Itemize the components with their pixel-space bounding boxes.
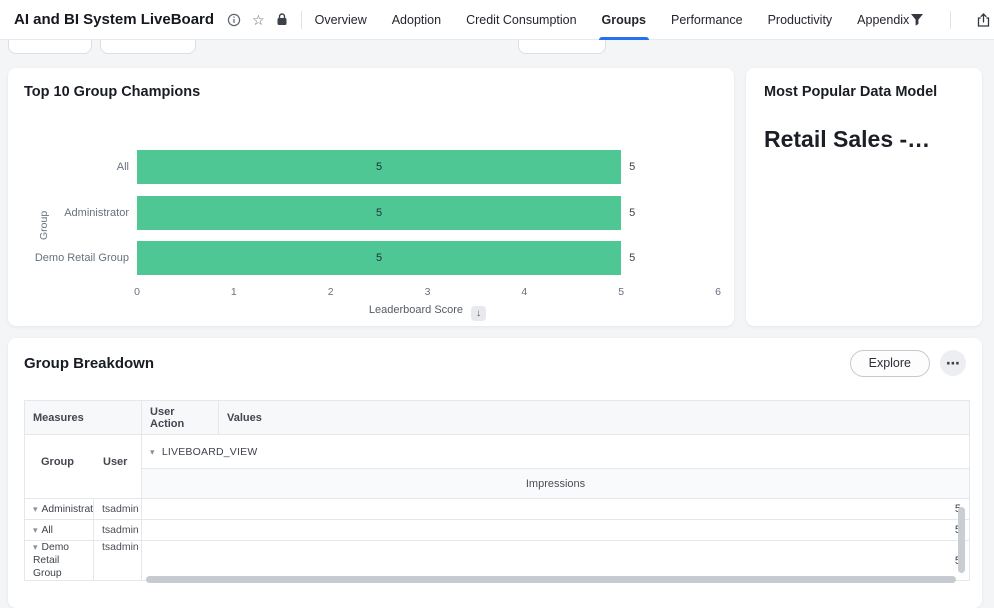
- group-cell[interactable]: ▾ Administrator: [25, 499, 94, 520]
- title-actions: ☆: [227, 13, 288, 27]
- user-action-value: LIVEBOARD_VIEW: [162, 446, 258, 458]
- x-tick-label: 0: [134, 286, 140, 298]
- tab-adoption[interactable]: Adoption: [392, 0, 441, 40]
- top-group-champions-card: Top 10 Group Champions Group All Adminis…: [8, 68, 734, 326]
- card-header: Group Breakdown Explore ⋯: [24, 348, 966, 378]
- x-axis: 0 1 2 3 4 5 6: [137, 286, 718, 300]
- collapse-caret-icon[interactable]: ▾: [33, 504, 38, 514]
- bar-all[interactable]: 5: [137, 150, 621, 184]
- group-column-header: Group: [41, 456, 103, 468]
- x-tick-label: 5: [618, 286, 624, 298]
- pivot-header-row: Measures User Action Values: [25, 401, 970, 435]
- category-label: Administrator: [8, 196, 129, 230]
- value-cell: 5: [142, 520, 970, 541]
- bar-end-value: 5: [629, 196, 635, 230]
- header-divider: [950, 11, 951, 29]
- share-icon[interactable]: [976, 12, 991, 28]
- card-title: Most Popular Data Model: [764, 84, 937, 100]
- sort-descending-icon[interactable]: ↓: [471, 306, 486, 321]
- group-cell[interactable]: ▾ All: [25, 520, 94, 541]
- collapse-caret-icon[interactable]: ▾: [150, 447, 155, 457]
- table-row: ▾ Administrator tsadmin 5: [25, 499, 970, 520]
- user-action-header: User Action: [142, 401, 219, 435]
- tab-credit-consumption[interactable]: Credit Consumption: [466, 0, 576, 40]
- pivot-action-row: Group User ▾ LIVEBOARD_VIEW: [25, 435, 970, 469]
- x-axis-title-text: Leaderboard Score: [369, 304, 463, 316]
- bar-row: 5 5: [137, 150, 718, 184]
- x-tick-label: 3: [425, 286, 431, 298]
- vertical-scrollbar-thumb[interactable]: [958, 507, 965, 573]
- filter-icon[interactable]: [909, 12, 925, 27]
- bar-end-value: 5: [629, 241, 635, 275]
- data-model-name[interactable]: Retail Sales -…: [764, 126, 970, 153]
- horizontal-scrollbar-thumb[interactable]: [146, 576, 956, 583]
- card-title: Top 10 Group Champions: [24, 84, 200, 100]
- lock-icon: [276, 13, 288, 26]
- bar-value-label: 5: [376, 252, 382, 264]
- user-cell: tsadmin: [94, 499, 142, 520]
- group-name: Demo Retail Group: [33, 542, 69, 579]
- x-tick-label: 6: [715, 286, 721, 298]
- liveboard-tab-bar: Overview Adoption Credit Consumption Gro…: [315, 0, 910, 40]
- group-name: Administrator: [42, 504, 94, 515]
- impressions-header: Impressions: [142, 469, 970, 499]
- app-header: AI and BI System LiveBoard ☆ Overview Ad…: [0, 0, 994, 40]
- header-actions: ⋯: [909, 7, 994, 33]
- category-label: All: [8, 150, 129, 184]
- collapse-caret-icon[interactable]: ▾: [33, 542, 38, 552]
- tab-overview[interactable]: Overview: [315, 0, 367, 40]
- tab-appendix[interactable]: Appendix: [857, 0, 909, 40]
- bar-demo-retail-group[interactable]: 5: [137, 241, 621, 275]
- x-axis-title: Leaderboard Score ↓: [137, 304, 718, 321]
- tab-groups[interactable]: Groups: [602, 0, 646, 40]
- user-column-header: User: [103, 456, 127, 468]
- group-name: All: [42, 525, 53, 536]
- user-cell: tsadmin: [94, 541, 142, 581]
- card-more-button[interactable]: ⋯: [940, 350, 966, 376]
- value-cell: 5: [142, 499, 970, 520]
- user-action-group-cell[interactable]: ▾ LIVEBOARD_VIEW: [142, 435, 970, 469]
- group-breakdown-card: Group Breakdown Explore ⋯ Measures User …: [8, 338, 982, 608]
- explore-button[interactable]: Explore: [850, 350, 930, 377]
- measures-header: Measures: [25, 401, 142, 435]
- bar-row: 5 5: [137, 241, 718, 275]
- favorite-star-icon[interactable]: ☆: [252, 13, 265, 27]
- card-title: Group Breakdown: [24, 355, 154, 372]
- row-headers-cell: Group User: [25, 435, 142, 499]
- table-row: ▾ All tsadmin 5: [25, 520, 970, 541]
- bar-row: 5 5: [137, 196, 718, 230]
- x-tick-label: 4: [521, 286, 527, 298]
- group-cell[interactable]: ▾Demo Retail Group: [25, 541, 94, 581]
- tab-performance[interactable]: Performance: [671, 0, 743, 40]
- most-popular-data-model-card: Most Popular Data Model Retail Sales -…: [746, 68, 982, 326]
- values-header: Values: [219, 401, 970, 435]
- header-divider: [301, 11, 302, 29]
- bar-end-value: 5: [629, 150, 635, 184]
- bar-value-label: 5: [376, 161, 382, 173]
- pivot-measure-row: Impressions: [25, 469, 970, 499]
- table-row: ▾Demo Retail Group tsadmin 5: [25, 541, 970, 581]
- bar-value-label: 5: [376, 207, 382, 219]
- tab-productivity[interactable]: Productivity: [768, 0, 833, 40]
- info-icon[interactable]: [227, 13, 241, 27]
- group-breakdown-pivot-table: Measures User Action Values Group User ▾…: [24, 400, 970, 581]
- x-tick-label: 2: [328, 286, 334, 298]
- user-cell: tsadmin: [94, 520, 142, 541]
- category-label: Demo Retail Group: [8, 241, 129, 275]
- value-cell: 5: [142, 541, 970, 581]
- collapse-caret-icon[interactable]: ▾: [33, 525, 38, 535]
- bar-administrator[interactable]: 5: [137, 196, 621, 230]
- liveboard-title: AI and BI System LiveBoard: [14, 11, 214, 28]
- x-tick-label: 1: [231, 286, 237, 298]
